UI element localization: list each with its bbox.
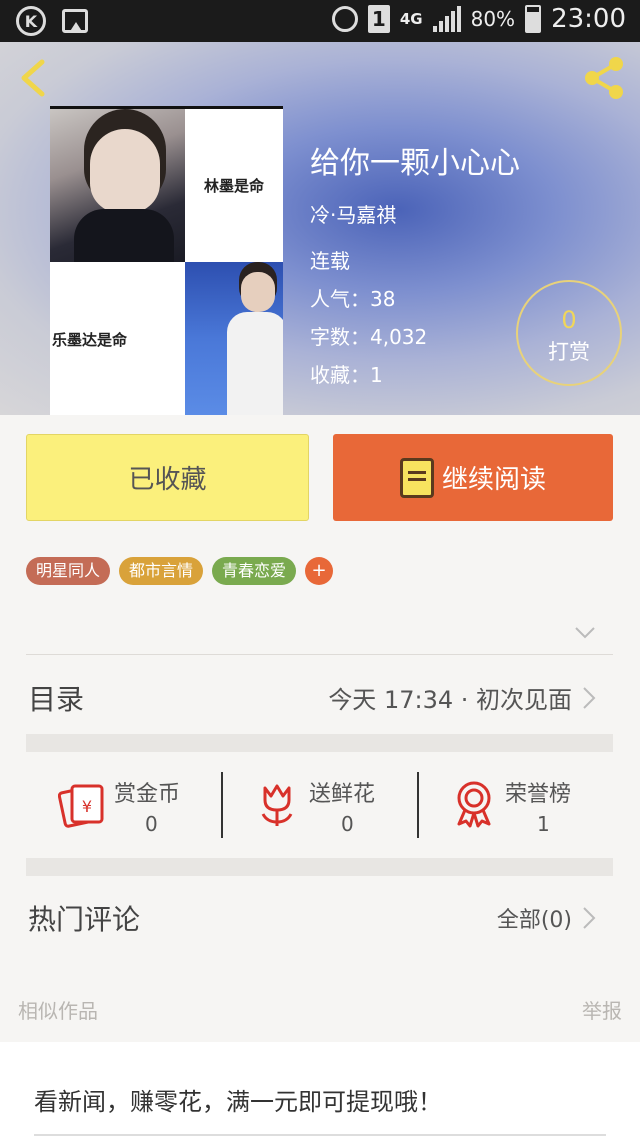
news-banner[interactable]: 看新闻，赚零花，满一元即可提现哦！ — [0, 1042, 640, 1138]
battery-icon — [525, 5, 542, 33]
stat-label: 赏金币 — [114, 782, 181, 807]
section-gap — [26, 858, 613, 876]
toc-label[interactable]: 目录 — [28, 678, 84, 718]
stat-label: 荣誉榜 — [505, 782, 572, 807]
chevron-right-icon[interactable] — [582, 906, 596, 930]
tag-list: 明星同人 都市言情 青春恋爱 + — [26, 557, 334, 585]
honor-board[interactable]: 荣誉榜 1 — [419, 768, 613, 840]
reward-button[interactable]: 0 打赏 — [516, 280, 622, 386]
send-flowers[interactable]: 送鲜花 0 — [223, 768, 417, 840]
tag[interactable]: 明星同人 — [26, 557, 111, 585]
share-icon[interactable] — [580, 54, 628, 102]
section-gap — [26, 734, 613, 752]
continue-reading-label: 继续阅读 — [441, 465, 546, 495]
tag[interactable]: 青春恋爱 — [212, 557, 297, 585]
book-title: 给你一颗小心心 — [310, 146, 520, 181]
add-tag-button[interactable]: + — [305, 557, 334, 585]
stat-value: 0 — [341, 812, 354, 836]
battery-percent: 80% — [470, 7, 516, 31]
back-icon[interactable] — [14, 56, 54, 100]
book-favorites: 收藏：1 — [310, 363, 383, 387]
chevron-down-icon[interactable] — [574, 626, 596, 640]
network-type: 4G — [399, 10, 423, 28]
medal-icon — [457, 781, 491, 828]
clock: 23:00 — [551, 4, 626, 34]
chevron-right-icon[interactable] — [582, 686, 596, 710]
cover-photo-2 — [185, 262, 283, 415]
toc-latest-chapter[interactable]: 今天 17:34 · 初次见面 — [328, 680, 572, 715]
news-banner-text: 看新闻，赚零花，满一元即可提现哦！ — [34, 1088, 442, 1116]
book-icon — [399, 457, 434, 498]
cover-text-1: 林墨是命 — [185, 109, 283, 262]
cover-photo-1 — [50, 109, 185, 262]
gallery-icon — [62, 9, 88, 33]
status-bar: K 1 4G 80% 23:00 — [0, 0, 640, 42]
collected-button[interactable]: 已收藏 — [26, 434, 309, 521]
book-header: 林墨是命 乐墨达是命 给你一颗小心心 冷·马嘉祺 连载 人气：38 字数：4,0… — [0, 42, 640, 415]
book-status: 连载 — [310, 249, 350, 273]
hot-comments-label: 热门评论 — [28, 903, 141, 936]
flower-icon — [261, 784, 293, 826]
book-popularity: 人气：38 — [310, 287, 396, 311]
k-app-icon: K — [16, 6, 46, 36]
all-comments-link[interactable]: 全部(0) — [497, 902, 572, 934]
stat-value: 0 — [145, 812, 158, 836]
similar-works-label: 相似作品 — [18, 999, 98, 1023]
reward-count: 0 — [561, 306, 577, 334]
sim-icon: 1 — [367, 5, 390, 33]
gold-coin-reward[interactable]: ¥ 赏金币 0 — [26, 768, 222, 840]
stat-value: 1 — [537, 812, 550, 836]
book-word-count: 字数：4,032 — [310, 325, 428, 349]
divider — [34, 1134, 606, 1136]
stat-label: 送鲜花 — [309, 782, 376, 807]
cover-text-2: 乐墨达是命 — [50, 262, 185, 415]
svg-text:¥: ¥ — [82, 797, 92, 816]
alarm-icon — [331, 6, 358, 32]
report-link[interactable]: 举报 — [582, 995, 622, 1024]
signal-icon — [432, 6, 461, 32]
divider — [26, 654, 613, 655]
red-envelope-icon: ¥ — [58, 784, 104, 828]
book-author[interactable]: 冷·马嘉祺 — [310, 199, 396, 228]
continue-reading-button[interactable]: 继续阅读 — [333, 434, 613, 521]
book-cover[interactable]: 林墨是命 乐墨达是命 — [50, 106, 283, 415]
reward-label: 打赏 — [548, 340, 590, 364]
tag[interactable]: 都市言情 — [119, 557, 204, 585]
collected-label: 已收藏 — [128, 465, 207, 495]
